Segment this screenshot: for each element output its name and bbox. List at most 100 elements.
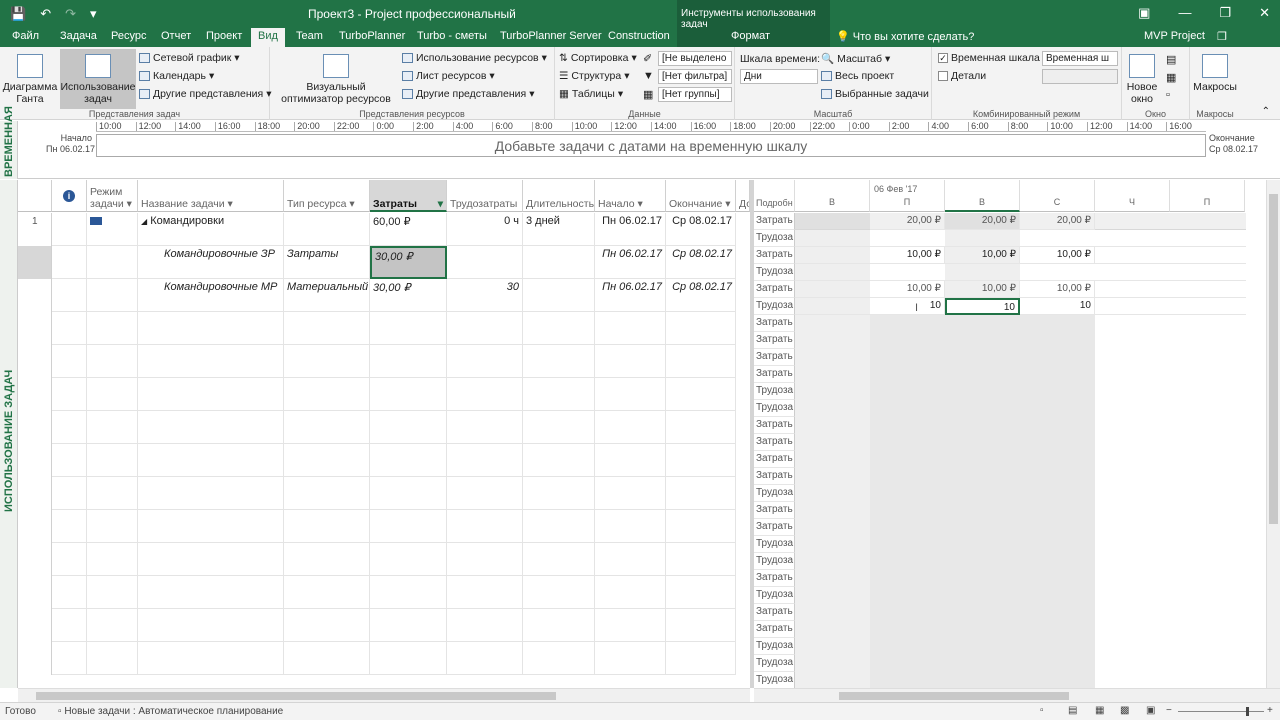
usage-value[interactable]: 10 [1020, 298, 1095, 315]
work-header[interactable]: Трудозатраты [447, 180, 523, 212]
task-name-header[interactable]: Название задачи ▾ [138, 180, 284, 212]
empty-cell[interactable] [87, 345, 138, 378]
row-id[interactable] [18, 510, 52, 543]
cost-cell-selected[interactable]: 30,00 ₽ [370, 246, 447, 279]
day-header[interactable]: В [795, 180, 870, 212]
assignment-name-cell[interactable]: Командировочные МР [138, 279, 284, 312]
zoom-in-icon[interactable]: + [1267, 705, 1273, 716]
task-mode-cell[interactable] [87, 279, 138, 312]
day-header[interactable]: Ч [1095, 180, 1170, 212]
empty-cell[interactable] [138, 444, 284, 477]
finish-header[interactable]: Окончание ▾ [666, 180, 736, 212]
select-all-corner[interactable] [18, 180, 52, 212]
view-shortcut-icon[interactable]: ▤ [1068, 705, 1077, 716]
new-window-button[interactable]: Новое окно [1124, 49, 1160, 109]
empty-cell[interactable] [370, 609, 447, 642]
account-name[interactable]: MVP Project [1144, 30, 1205, 42]
cost-cell[interactable]: 60,00 ₽ [370, 213, 447, 246]
row-id[interactable] [18, 378, 52, 411]
zoom-button[interactable]: 🔍 Масштаб ▾ [821, 52, 890, 66]
split-window-icon[interactable]: ▦ [1166, 71, 1176, 84]
view-shortcut-icon[interactable]: ▣ [1146, 705, 1155, 716]
switch-windows-icon[interactable]: ▫ [1166, 89, 1170, 101]
zoom-slider[interactable] [1178, 711, 1264, 712]
empty-cell[interactable] [595, 576, 666, 609]
finish-cell[interactable]: Ср 08.02.17 [666, 246, 736, 279]
indicators-header[interactable]: i [52, 180, 87, 212]
empty-cell[interactable] [666, 477, 736, 510]
empty-cell[interactable] [595, 411, 666, 444]
undo-icon[interactable]: ↶ [40, 6, 51, 22]
tab-resource[interactable]: Ресурс [111, 30, 146, 42]
duration-cell[interactable]: 3 дней [523, 213, 595, 246]
scroll-thumb[interactable] [1269, 194, 1278, 524]
calendar-button[interactable]: Календарь ▾ [139, 70, 214, 82]
empty-cell[interactable] [370, 411, 447, 444]
empty-cell[interactable] [370, 477, 447, 510]
empty-cell[interactable] [284, 543, 370, 576]
tab-report[interactable]: Отчет [161, 30, 191, 42]
empty-cell[interactable] [138, 642, 284, 675]
empty-cell[interactable] [138, 477, 284, 510]
empty-cell[interactable] [52, 378, 87, 411]
tab-team[interactable]: Team [296, 30, 323, 42]
finish-cell[interactable]: Ср 08.02.17 [666, 213, 736, 246]
task-usage-button[interactable]: Использование задач [60, 49, 136, 109]
empty-cell[interactable] [138, 411, 284, 444]
usage-value[interactable]: 20,00 ₽ [1020, 213, 1095, 230]
empty-cell[interactable] [523, 642, 595, 675]
filter-status-icon[interactable]: ▫ [1040, 705, 1044, 716]
tab-view[interactable]: Вид [251, 28, 285, 47]
empty-cell[interactable] [447, 642, 523, 675]
empty-cell[interactable] [138, 576, 284, 609]
usage-value[interactable]: 10,00 ₽ [1020, 281, 1095, 298]
tab-turbo-estimates[interactable]: Turbo - сметы [417, 30, 487, 42]
empty-cell[interactable] [666, 609, 736, 642]
sort-button[interactable]: ⇅ Сортировка ▾ [559, 52, 637, 64]
empty-cell[interactable] [523, 477, 595, 510]
work-cell[interactable]: 0 ч [447, 213, 523, 246]
empty-cell[interactable] [666, 345, 736, 378]
day-header[interactable]: П [870, 180, 945, 212]
scroll-thumb[interactable] [839, 692, 1069, 700]
empty-cell[interactable] [370, 378, 447, 411]
resource-sheet-button[interactable]: Лист ресурсов ▾ [402, 70, 495, 82]
resource-type-header[interactable]: Тип ресурса ▾ [284, 180, 370, 212]
empty-cell[interactable] [666, 444, 736, 477]
maximize-icon[interactable]: ❐ [1219, 5, 1231, 21]
empty-cell[interactable] [447, 411, 523, 444]
empty-cell[interactable] [447, 510, 523, 543]
empty-cell[interactable] [52, 543, 87, 576]
empty-cell[interactable] [138, 543, 284, 576]
empty-cell[interactable] [284, 510, 370, 543]
empty-cell[interactable] [138, 378, 284, 411]
timeline-checkbox[interactable]: ✓ Временная шкала [938, 52, 1040, 64]
row-id[interactable] [18, 609, 52, 642]
group-dropdown[interactable]: [Нет группы] [658, 87, 732, 102]
empty-cell[interactable] [52, 312, 87, 345]
empty-cell[interactable] [52, 411, 87, 444]
cost-header[interactable]: Затраты ▾ [370, 180, 447, 212]
view-shortcut-icon[interactable]: ▦ [1095, 705, 1104, 716]
row-id[interactable] [18, 312, 52, 345]
finish-cell[interactable]: Ср 08.02.17 [666, 279, 736, 312]
work-cell[interactable] [447, 246, 523, 279]
empty-cell[interactable] [595, 312, 666, 345]
empty-cell[interactable] [52, 576, 87, 609]
empty-cell[interactable] [52, 477, 87, 510]
usage-value[interactable]: 20,00 ₽ [870, 213, 945, 230]
empty-cell[interactable] [595, 642, 666, 675]
timeline-pane[interactable]: Начало Пн 06.02.17 10:00 12:00 14:00 16:00 1… [18, 121, 1280, 179]
tab-turboplanner[interactable]: TurboPlanner [339, 30, 405, 42]
restore-ribbon-icon[interactable]: ❐ [1217, 30, 1227, 43]
day-header[interactable]: В [945, 180, 1020, 212]
start-header[interactable]: Начало ▾ [595, 180, 666, 212]
resource-type-cell[interactable] [284, 213, 370, 246]
empty-cell[interactable] [284, 609, 370, 642]
usage-value[interactable]: 10,00 ₽ [1020, 247, 1095, 264]
row-id[interactable] [18, 642, 52, 675]
day-header[interactable]: С [1020, 180, 1095, 212]
empty-cell[interactable] [595, 444, 666, 477]
empty-cell[interactable] [87, 312, 138, 345]
empty-cell[interactable] [447, 543, 523, 576]
